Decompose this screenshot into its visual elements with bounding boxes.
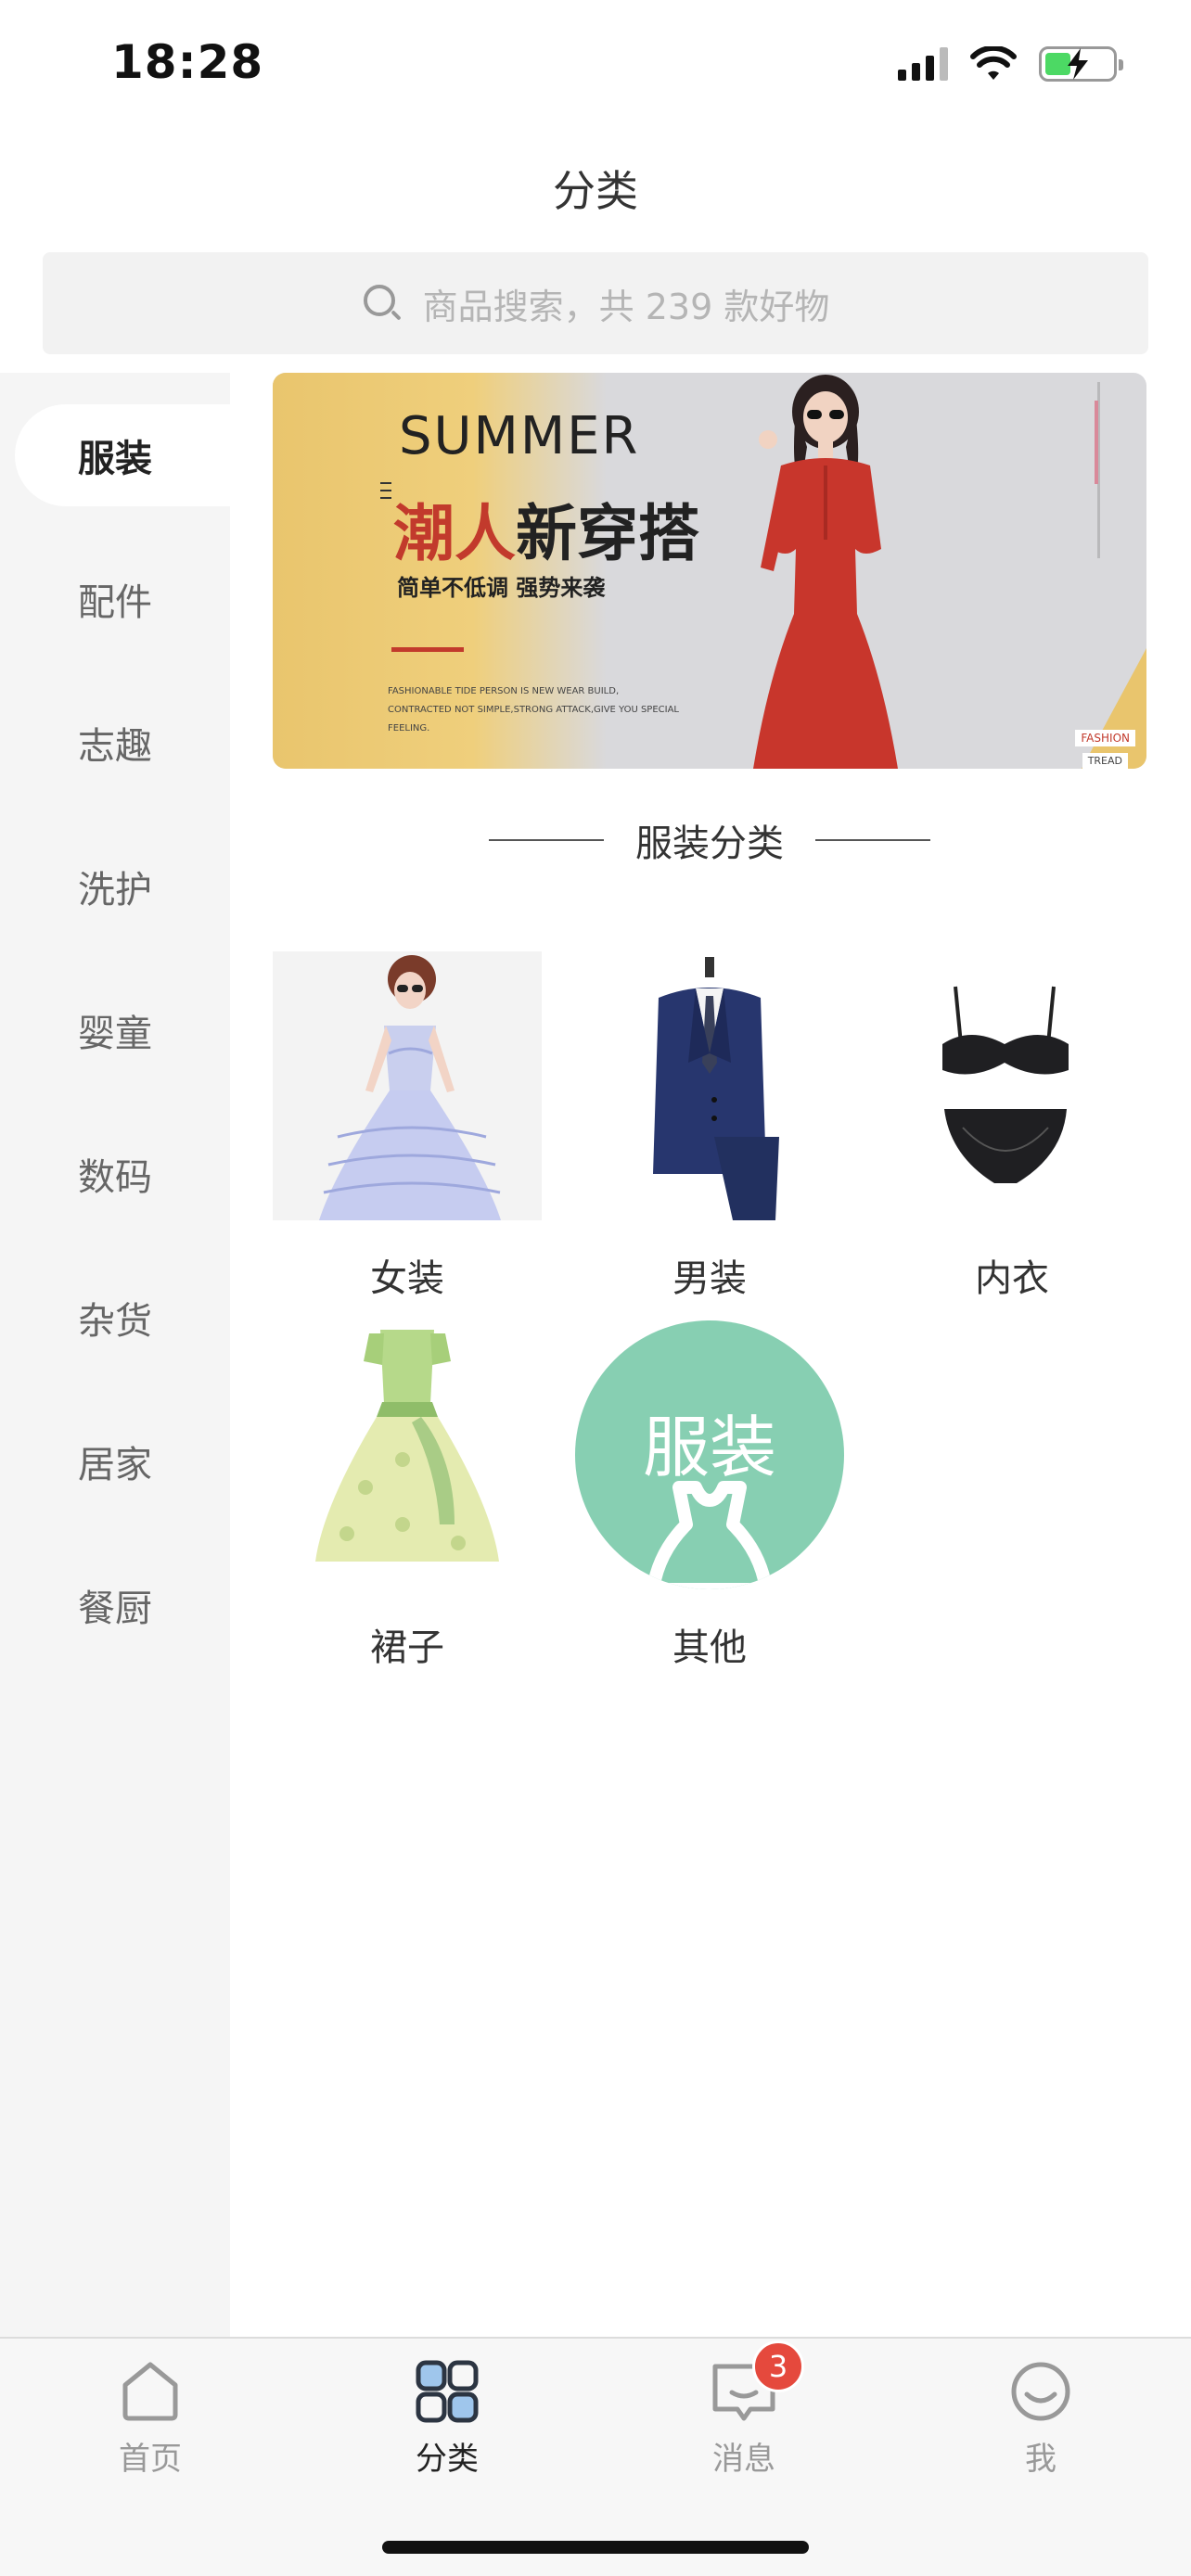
banner-model-image: [753, 375, 898, 769]
sidebar-item-label: 数码: [78, 1156, 152, 1199]
sidebar-item-label: 志趣: [78, 725, 152, 768]
sidebar-item-label: 居家: [78, 1444, 152, 1486]
sidebar-item-home[interactable]: 居家: [0, 1410, 230, 1512]
category-label: 内衣: [975, 1257, 1049, 1300]
home-indicator[interactable]: [382, 2541, 809, 2554]
category-label: 其他: [672, 1626, 747, 1669]
section-heading: 服装分类: [273, 812, 1146, 868]
search-bar[interactable]: 商品搜索，共 239 款好物: [43, 252, 1148, 354]
tab-profile[interactable]: 我: [929, 2357, 1152, 2487]
banner-accent-line: [391, 647, 464, 652]
sidebar-item-label: 餐厨: [78, 1588, 152, 1630]
tab-label: 分类: [416, 2441, 479, 2478]
category-item-underwear[interactable]: 内衣: [877, 951, 1146, 1300]
banner-fine-print: FASHIONABLE TIDE PERSON IS NEW WEAR BUIL…: [388, 686, 680, 733]
sidebar-item-label: 服装: [78, 438, 152, 480]
category-item-women[interactable]: 女装: [273, 951, 542, 1300]
sidebar-item-digital[interactable]: 数码: [0, 1123, 230, 1225]
section-title: 服装分类: [635, 823, 784, 865]
sidebar-item-label: 配件: [78, 581, 152, 624]
sidebar-item-label: 洗护: [78, 869, 152, 912]
status-icons: [898, 46, 1123, 82]
page-title: 分类: [553, 166, 638, 216]
tab-messages[interactable]: 3 消息: [633, 2340, 855, 2487]
sidebar-item-care[interactable]: 洗护: [0, 835, 230, 937]
sidebar-item-baby[interactable]: 婴童: [0, 979, 230, 1081]
section-rule-left: [489, 839, 604, 841]
lingerie-image: [877, 951, 1146, 1220]
home-icon: [116, 2357, 185, 2426]
battery-icon: [1039, 46, 1123, 82]
tab-label: 消息: [712, 2441, 775, 2478]
search-icon: [362, 283, 403, 324]
search-placeholder: 商品搜索，共 239 款好物: [422, 286, 830, 327]
sidebar-item-kitchen[interactable]: 餐厨: [0, 1554, 230, 1656]
category-grid-icon: [413, 2357, 481, 2426]
section-rule-right: [815, 839, 930, 841]
banner-summer-text: SUMMER: [399, 406, 640, 466]
banner-tread-tag: TREAD: [1082, 753, 1128, 769]
sidebar-item-sundries[interactable]: 杂货: [0, 1267, 230, 1369]
status-bar: 18:28: [0, 0, 1191, 130]
category-item-skirt[interactable]: 裙子: [273, 1320, 542, 1669]
banner-fashion-tag: FASHION: [1075, 730, 1135, 746]
other-clothing-icon: 服装: [575, 1320, 844, 1589]
category-sidebar: 服装 配件 志趣 洗护 婴童 数码 杂货 居家 餐厨: [0, 373, 230, 2337]
sidebar-item-accessories[interactable]: 配件: [0, 548, 230, 650]
tab-label: 首页: [119, 2441, 182, 2478]
message-badge: 3: [752, 2340, 804, 2392]
tab-label: 我: [1025, 2441, 1057, 2478]
promo-banner[interactable]: SUMMER 潮人新穿搭 简单不低调 强势来袭 FASHIONABLE TIDE…: [273, 373, 1146, 769]
banner-subline: 简单不低调 强势来袭: [397, 575, 606, 601]
category-label: 男装: [672, 1257, 747, 1300]
tab-home[interactable]: 首页: [39, 2357, 262, 2487]
banner-headline: 潮人新穿搭: [393, 498, 699, 569]
dress-model-image: [273, 951, 542, 1220]
message-icon: 3: [710, 2340, 804, 2426]
wifi-icon: [970, 46, 1017, 80]
profile-smile-icon: [1006, 2357, 1075, 2426]
category-item-men[interactable]: 男装: [575, 951, 844, 1300]
cellular-signal-icon: [898, 47, 948, 81]
sidebar-item-hobbies[interactable]: 志趣: [0, 692, 230, 794]
sidebar-item-label: 杂货: [78, 1300, 152, 1343]
tab-category[interactable]: 分类: [336, 2357, 558, 2487]
status-time: 18:28: [111, 35, 264, 89]
category-label: 裙子: [370, 1626, 444, 1669]
sidebar-item-clothing[interactable]: 服装: [15, 404, 230, 506]
category-item-other[interactable]: 服装 其他: [575, 1320, 844, 1669]
sidebar-item-label: 婴童: [78, 1013, 152, 1055]
category-label: 女装: [370, 1257, 444, 1300]
skirt-dress-image: [273, 1320, 542, 1589]
suit-image: [575, 951, 844, 1220]
banner-deco-accent: [1095, 401, 1098, 484]
